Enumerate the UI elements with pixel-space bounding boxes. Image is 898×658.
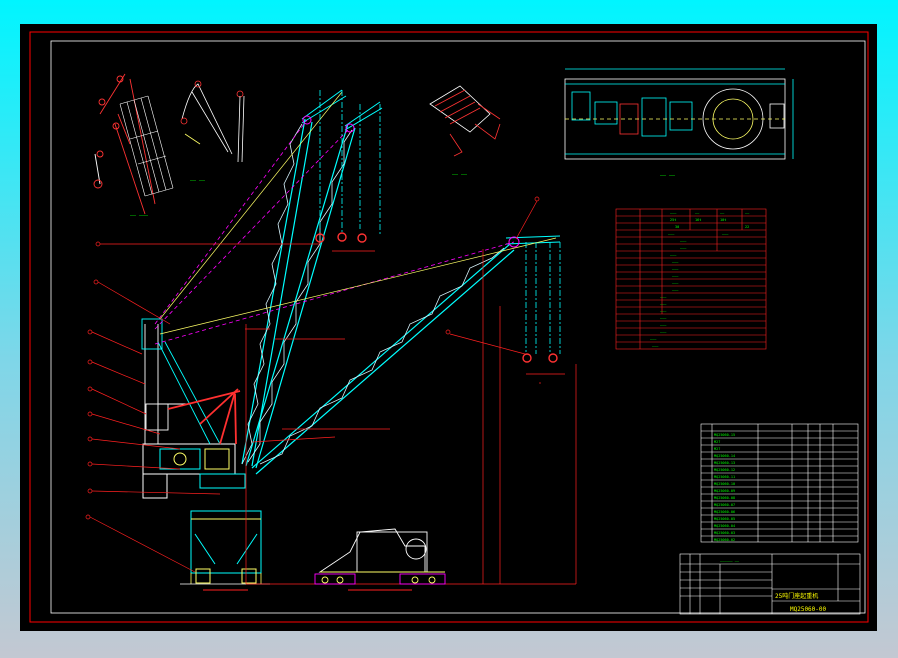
cad-model-viewport[interactable]: —— ——— —— —— —— —— —— —— ——— —— —— —— 25… bbox=[20, 24, 877, 631]
svg-text:MQ25060-13: MQ25060-13 bbox=[714, 461, 735, 465]
svg-text:———: ——— bbox=[660, 302, 667, 306]
svg-text:———: ——— bbox=[672, 267, 679, 271]
crane-assembly-drawing[interactable]: —— ——— —— —— —— —— —— —— ——— —— —— —— 25… bbox=[20, 24, 877, 631]
svg-text:MQ25060-05: MQ25060-05 bbox=[714, 517, 735, 521]
svg-text:———: ——— bbox=[660, 323, 667, 327]
svg-text:———: ——— bbox=[660, 295, 667, 299]
svg-text:MQ25060-06: MQ25060-06 bbox=[714, 510, 735, 514]
view-caption-a: —— ——— bbox=[130, 213, 149, 219]
svg-text:MQ25060-10: MQ25060-10 bbox=[714, 482, 735, 486]
svg-text:———: ——— bbox=[670, 253, 677, 257]
svg-text:MQ25060-04: MQ25060-04 bbox=[714, 524, 735, 528]
view-caption-b: —— —— bbox=[190, 178, 206, 184]
svg-text:MQ25060-03: MQ25060-03 bbox=[714, 531, 735, 535]
svg-text:25t: 25t bbox=[670, 218, 676, 222]
drawing-title: 25吨门座起重机 bbox=[775, 592, 818, 600]
svg-text:———: ——— bbox=[680, 246, 687, 250]
svg-text:22: 22 bbox=[745, 225, 749, 229]
svg-text:16t: 16t bbox=[695, 218, 701, 222]
svg-text:———: ——— bbox=[672, 288, 679, 292]
drawing-number: MQ25060-00 bbox=[790, 606, 827, 613]
svg-text:———: ——— bbox=[650, 337, 657, 341]
view-caption-c: —— —— bbox=[452, 172, 468, 178]
svg-text:M27: M27 bbox=[714, 440, 720, 444]
svg-text:———: ——— bbox=[672, 274, 679, 278]
svg-text:30: 30 bbox=[675, 225, 679, 229]
svg-text:———: ——— bbox=[672, 281, 679, 285]
svg-text:MQ25060-12: MQ25060-12 bbox=[714, 468, 735, 472]
svg-text:———: ——— bbox=[680, 239, 687, 243]
svg-text:———: ——— bbox=[660, 309, 667, 313]
svg-text:———: ——— bbox=[670, 211, 677, 215]
svg-text:MQ25060-08: MQ25060-08 bbox=[714, 496, 735, 500]
plan-view-caption: —— —— bbox=[660, 173, 676, 179]
svg-text:———: ——— bbox=[722, 232, 729, 236]
svg-text:MQ25060-11: MQ25060-11 bbox=[714, 475, 735, 479]
svg-text:MQ25060-14: MQ25060-14 bbox=[714, 454, 735, 458]
svg-text:———: ——— bbox=[660, 330, 667, 334]
svg-text:MQ25060-09: MQ25060-09 bbox=[714, 489, 735, 493]
svg-text:———: ——— bbox=[668, 232, 675, 236]
title-block-header: —————— —— bbox=[720, 559, 740, 563]
svg-text:MQ25060-02: MQ25060-02 bbox=[714, 538, 735, 542]
svg-text:———: ——— bbox=[660, 316, 667, 320]
svg-text:10t: 10t bbox=[720, 218, 726, 222]
svg-text:MQ25060-07: MQ25060-07 bbox=[714, 503, 735, 507]
svg-text:MQ25060-15: MQ25060-15 bbox=[714, 433, 735, 437]
svg-text:———: ——— bbox=[652, 344, 659, 348]
svg-text:M27: M27 bbox=[714, 447, 720, 451]
svg-text:———: ——— bbox=[672, 260, 679, 264]
technical-parameter-table[interactable] bbox=[615, 208, 767, 350]
